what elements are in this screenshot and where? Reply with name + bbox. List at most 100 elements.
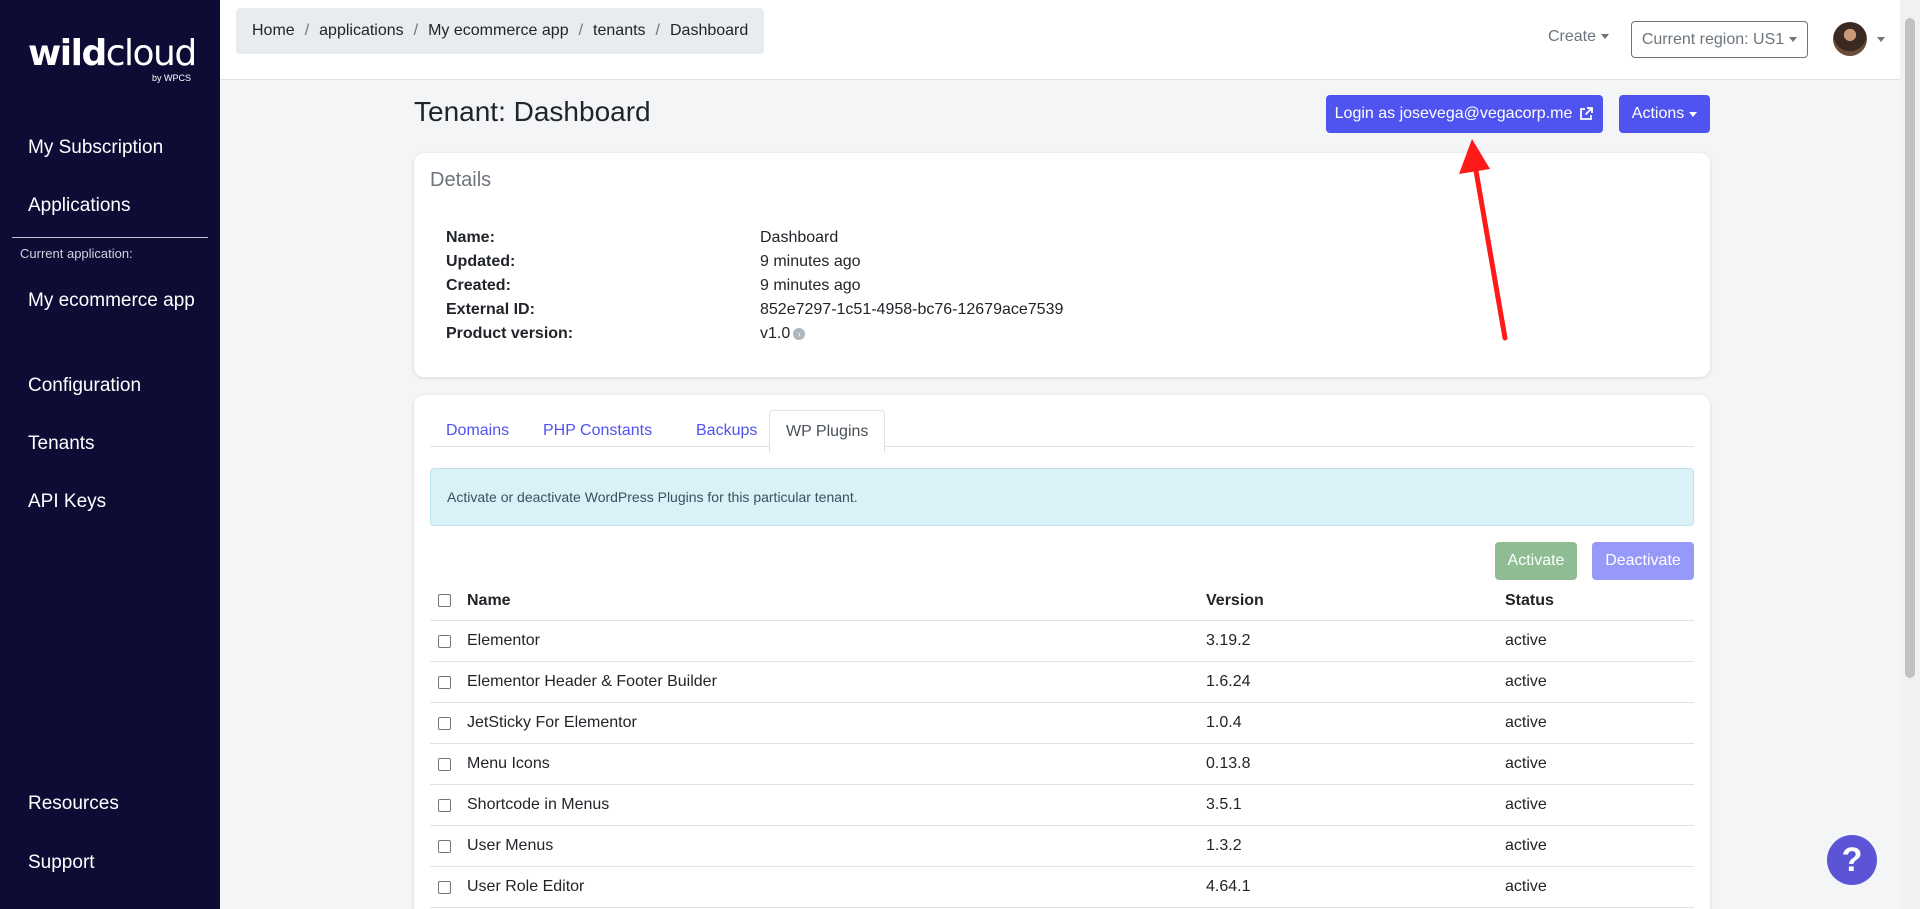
- breadcrumb-applications[interactable]: applications: [319, 22, 404, 40]
- column-header-version: Version: [1206, 592, 1264, 609]
- tab-php-constants[interactable]: PHP Constants: [527, 410, 668, 452]
- details-value: 852e7297-1c51-4958-bc76-12679ace7539: [760, 301, 1064, 318]
- tab-backups[interactable]: Backups: [680, 410, 773, 452]
- sidebar-item-api-keys[interactable]: API Keys: [28, 489, 106, 515]
- breadcrumb-separator: /: [655, 22, 660, 39]
- details-key: External ID:: [446, 301, 535, 318]
- plugin-name: User Role Editor: [467, 878, 585, 895]
- product-version-text: v1.0: [760, 325, 791, 342]
- row-checkbox[interactable]: [438, 840, 451, 853]
- table-row: User Role Editor 4.64.1 active: [430, 867, 1694, 908]
- plugin-status: active: [1505, 673, 1547, 690]
- table-row: Elementor 3.19.2 active: [430, 621, 1694, 662]
- details-key: Name:: [446, 229, 495, 246]
- external-link-icon: [1580, 107, 1594, 120]
- breadcrumb-app[interactable]: My ecommerce app: [428, 22, 569, 40]
- sidebar-item-tenants[interactable]: Tenants: [28, 431, 95, 457]
- sidebar-item-applications[interactable]: Applications: [28, 193, 130, 219]
- breadcrumb-separator: /: [304, 22, 310, 39]
- tab-domains[interactable]: Domains: [430, 410, 525, 452]
- deactivate-button[interactable]: Deactivate: [1592, 542, 1694, 580]
- row-checkbox[interactable]: [438, 635, 451, 648]
- plugin-version: 1.0.4: [1206, 714, 1242, 731]
- table-row: Shortcode in Menus 3.5.1 active: [430, 785, 1694, 826]
- activate-button[interactable]: Activate: [1495, 542, 1577, 580]
- sidebar-item-resources[interactable]: Resources: [28, 791, 119, 817]
- region-dropdown-label: Current region: US1: [1641, 30, 1785, 48]
- arrow-right-circle-icon[interactable]: ›: [793, 327, 806, 340]
- actions-dropdown-button[interactable]: Actions: [1619, 95, 1710, 133]
- plugin-status: active: [1505, 755, 1547, 772]
- plugin-version: 3.19.2: [1206, 632, 1251, 649]
- details-value: Dashboard: [760, 229, 839, 246]
- plugin-version: 1.6.24: [1206, 673, 1251, 690]
- details-key: Updated:: [446, 253, 516, 270]
- row-checkbox[interactable]: [438, 758, 451, 771]
- row-checkbox[interactable]: [438, 799, 451, 812]
- chevron-down-icon: [1689, 111, 1698, 117]
- logo-text-bold: wild: [28, 33, 107, 74]
- avatar[interactable]: [1833, 22, 1867, 56]
- details-value: 9 minutes ago: [760, 253, 861, 270]
- chevron-down-icon: [1789, 37, 1798, 42]
- login-as-user-label: Login as josevega@vegacorp.me: [1334, 105, 1573, 122]
- create-dropdown-label: Create: [1548, 28, 1597, 45]
- sidebar-item-support[interactable]: Support: [28, 850, 95, 876]
- plugin-version: 3.5.1: [1206, 796, 1242, 813]
- breadcrumb-separator: /: [578, 22, 584, 39]
- tab-bar: Domains PHP Constants Backups WP Plugins: [430, 410, 1694, 453]
- plugin-version: 0.13.8: [1206, 755, 1251, 772]
- sidebar-item-configuration[interactable]: Configuration: [28, 373, 141, 399]
- plugin-status: active: [1505, 714, 1547, 731]
- scrollbar-thumb[interactable]: [1905, 18, 1915, 678]
- table-row: Elementor Header & Footer Builder 1.6.24…: [430, 662, 1694, 703]
- table-row: User Menus 1.3.2 active: [430, 826, 1694, 867]
- plugin-status: active: [1505, 878, 1547, 895]
- plugin-name: Shortcode in Menus: [467, 796, 610, 813]
- region-dropdown[interactable]: Current region: US1: [1631, 21, 1808, 58]
- login-as-user-button[interactable]: Login as josevega@vegacorp.me: [1326, 95, 1603, 133]
- sidebar-item-my-subscription[interactable]: My Subscription: [28, 135, 163, 161]
- tabs-card: Domains PHP Constants Backups WP Plugins…: [414, 395, 1710, 909]
- row-checkbox[interactable]: [438, 881, 451, 894]
- info-alert: Activate or deactivate WordPress Plugins…: [430, 468, 1694, 526]
- details-card: Details Name: Dashboard Updated: 9 minut…: [414, 153, 1710, 377]
- actions-label: Actions: [1631, 105, 1685, 122]
- breadcrumb-tenants[interactable]: tenants: [593, 22, 645, 40]
- column-header-name: Name: [467, 592, 511, 609]
- chevron-down-icon[interactable]: [1877, 37, 1885, 42]
- row-checkbox[interactable]: [438, 676, 451, 689]
- column-header-status: Status: [1505, 592, 1554, 609]
- page-title: Tenant: Dashboard: [414, 96, 651, 127]
- logo-subtitle: by WPCS: [151, 73, 191, 83]
- plugin-name: JetSticky For Elementor: [467, 714, 637, 731]
- create-dropdown[interactable]: Create: [1548, 28, 1610, 46]
- plugin-status: active: [1505, 632, 1547, 649]
- breadcrumb-current: Dashboard: [669, 22, 749, 39]
- select-all-checkbox[interactable]: [438, 594, 451, 607]
- sidebar-item-current-app[interactable]: My ecommerce app: [28, 288, 198, 314]
- chevron-down-icon: [1601, 34, 1610, 40]
- plugin-name: User Menus: [467, 837, 554, 854]
- details-key: Product version:: [446, 325, 574, 342]
- topbar: Home / applications / My ecommerce app /…: [220, 0, 1900, 80]
- wildcloud-logo[interactable]: wildcloud by WPCS: [28, 33, 198, 86]
- sidebar-current-app-caption: Current application:: [20, 246, 133, 261]
- breadcrumb: Home / applications / My ecommerce app /…: [236, 8, 765, 54]
- sidebar: wildcloud by WPCS My Subscription Applic…: [0, 0, 220, 909]
- breadcrumb-home[interactable]: Home: [252, 22, 295, 40]
- plugin-status: active: [1505, 837, 1547, 854]
- tab-wp-plugins[interactable]: WP Plugins: [769, 410, 886, 453]
- plugin-name: Elementor Header & Footer Builder: [467, 673, 717, 690]
- sidebar-divider: [12, 237, 208, 238]
- breadcrumb-separator: /: [413, 22, 419, 39]
- table-row: JetSticky For Elementor 1.0.4 active: [430, 703, 1694, 744]
- table-row: Menu Icons 0.13.8 active: [430, 744, 1694, 785]
- details-value: 9 minutes ago: [760, 277, 861, 294]
- plugins-table: Name Version Status Elementor 3.19.2 act…: [430, 581, 1694, 908]
- row-checkbox[interactable]: [438, 717, 451, 730]
- product-version-value: v1.0 ›: [760, 322, 806, 346]
- plugin-version: 1.3.2: [1206, 837, 1242, 854]
- logo-text-light: cloud: [105, 33, 198, 74]
- help-button[interactable]: ?: [1827, 835, 1877, 885]
